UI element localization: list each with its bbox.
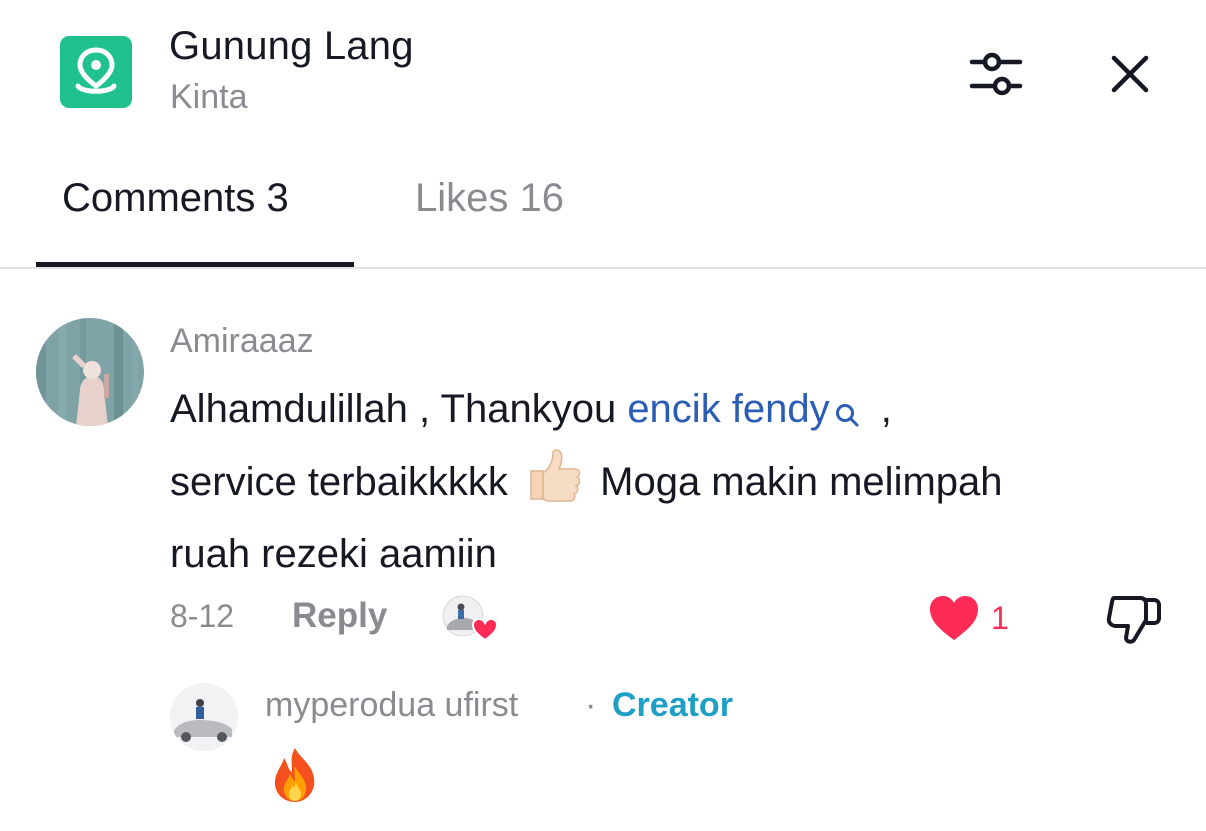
heart-badge-icon <box>471 617 499 642</box>
location-pin-icon <box>60 36 132 108</box>
liked-by-creator-badge <box>441 594 499 644</box>
comment-text-line3: ruah rezeki aamiin <box>170 532 497 576</box>
avatar[interactable] <box>170 683 238 751</box>
comment-text-comma: , <box>869 387 892 431</box>
filter-button[interactable] <box>964 42 1028 106</box>
comment-text-start: Alhamdulillah , Thankyou <box>170 387 628 431</box>
mention-link[interactable]: encik fendy <box>627 387 829 431</box>
location-title: Gunung Lang <box>169 24 414 68</box>
thumbs-up-icon <box>525 447 583 522</box>
sliders-icon <box>969 52 1023 96</box>
dislike-button[interactable] <box>1104 592 1164 646</box>
location-subtitle: Kinta <box>170 78 248 116</box>
like-heart-button[interactable] <box>928 594 980 642</box>
comments-sheet: Gunung Lang Kinta Comments 3 Likes 16 Am… <box>0 0 1206 831</box>
reply-button[interactable]: Reply <box>292 596 387 636</box>
tab-likes[interactable]: Likes 16 <box>415 176 564 221</box>
reply-username[interactable]: myperodua ufirst <box>265 686 518 725</box>
creator-badge: Creator <box>612 686 733 724</box>
creator-avatar-image <box>170 683 238 751</box>
location-pin-glyph <box>75 47 117 94</box>
comment-text-line2-end: Moga makin melimpah <box>600 460 1003 505</box>
comment-text: Alhamdulillah , Thankyou encik fendy , s… <box>170 377 1170 586</box>
heart-filled-icon <box>930 596 978 640</box>
like-count: 1 <box>991 600 1009 636</box>
avatar[interactable] <box>36 318 144 426</box>
tab-divider <box>0 267 1206 269</box>
search-icon <box>834 383 860 447</box>
fire-icon <box>270 746 320 804</box>
comment-text-line2: service terbaikkkkk <box>170 460 508 505</box>
comment-date: 8-12 <box>170 598 235 634</box>
separator-dot: · <box>585 686 597 724</box>
user-avatar-image <box>36 318 144 426</box>
close-icon <box>1111 55 1149 93</box>
thumbs-down-icon <box>1106 596 1161 644</box>
comment-username[interactable]: Amiraaaz <box>170 322 314 361</box>
close-button[interactable] <box>1098 42 1162 106</box>
tab-comments[interactable]: Comments 3 <box>62 176 289 221</box>
